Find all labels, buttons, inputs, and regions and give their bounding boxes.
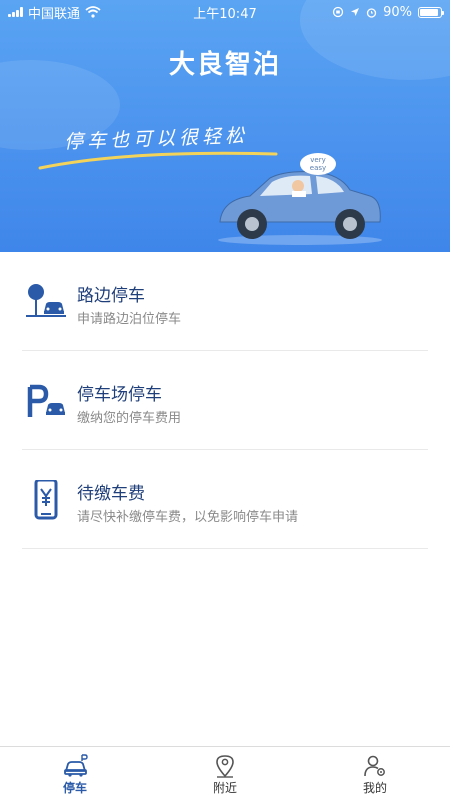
tab-label: 我的: [362, 781, 387, 795]
alarm-icon: [366, 7, 377, 18]
orientation-lock-icon: [332, 6, 344, 18]
status-bar: 中国联通 上午10:47 90%: [0, 0, 450, 24]
menu-item-subtitle: 缴纳您的停车费用: [77, 411, 182, 426]
location-arrow-icon: [351, 8, 360, 16]
menu-item-subtitle: 请尽快补缴停车费，以免影响停车申请: [77, 510, 299, 525]
phone-payment-icon: [34, 480, 58, 520]
tab-label: 停车: [62, 781, 87, 795]
divider: [22, 548, 428, 549]
bubble-text-line: very: [310, 156, 326, 164]
signal-icon: [8, 7, 23, 17]
user-settings-icon: [364, 755, 385, 777]
battery-icon: [418, 6, 444, 18]
battery-percent: 90%: [383, 4, 412, 20]
car-icon: [64, 754, 88, 777]
service-menu: 路边停车 申请路边泊位停车 停车场停车 缴纳您的停车费用 待缴车费 请尽快补缴停…: [0, 252, 450, 549]
status-time: 上午10:47: [193, 6, 257, 22]
menu-item-title: 停车场停车: [77, 385, 162, 405]
tab-nearby[interactable]: 附近: [150, 747, 300, 800]
wifi-icon: [85, 6, 101, 18]
hero-banner: 中国联通 上午10:47 90% 大良智泊 停车也可以很轻松 very easy: [0, 0, 450, 252]
bubble-text-line: easy: [309, 164, 327, 172]
bottom-tab-bar: 停车 附近 我的: [0, 746, 450, 800]
tab-mine[interactable]: 我的: [300, 747, 450, 800]
carrier-label: 中国联通: [28, 6, 81, 22]
roadside-parking-icon: [26, 284, 66, 317]
parking-lot-icon: [27, 384, 65, 417]
menu-item-pending-fees[interactable]: 待缴车费 请尽快补缴停车费，以免影响停车申请: [0, 450, 450, 549]
app-title: 大良智泊: [168, 50, 281, 80]
menu-item-parking-lot[interactable]: 停车场停车 缴纳您的停车费用: [0, 351, 450, 450]
menu-item-roadside-parking[interactable]: 路边停车 申请路边泊位停车: [0, 252, 450, 351]
tab-parking[interactable]: 停车: [0, 747, 150, 800]
speech-bubble: very easy: [300, 153, 336, 175]
menu-item-title: 路边停车: [77, 286, 145, 306]
menu-item-title: 待缴车费: [77, 484, 145, 504]
menu-item-subtitle: 申请路边泊位停车: [77, 312, 182, 327]
location-pin-icon: [216, 755, 234, 778]
tab-label: 附近: [212, 781, 237, 795]
